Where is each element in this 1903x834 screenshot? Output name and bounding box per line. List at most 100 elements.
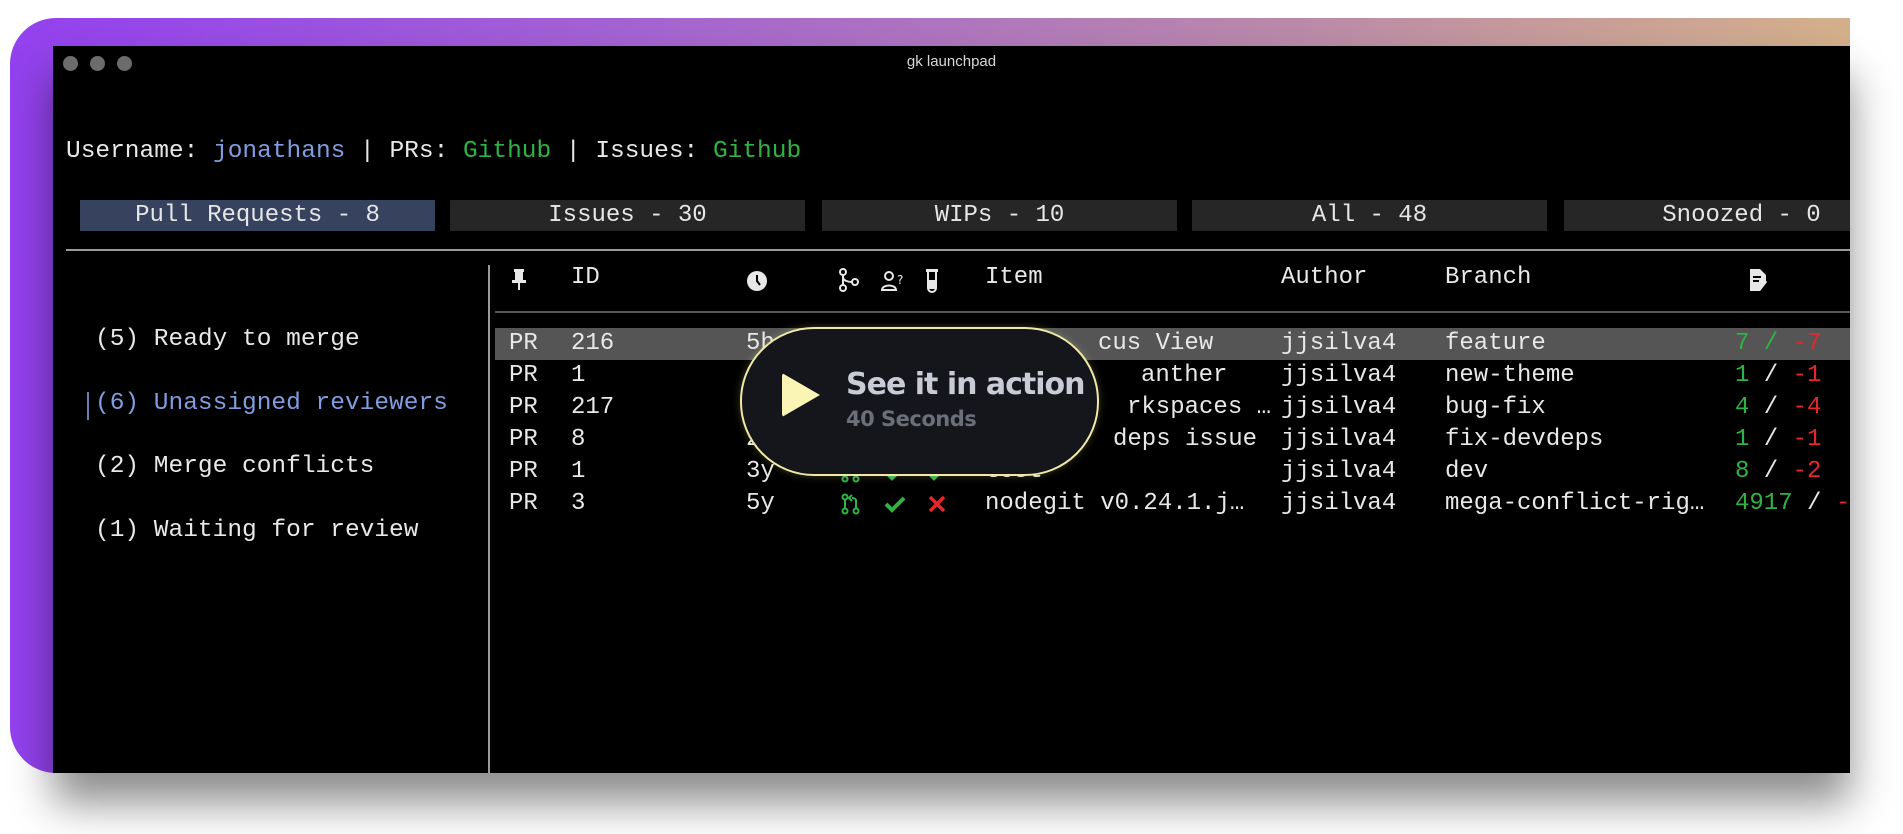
play-icon xyxy=(782,373,820,417)
pr-author: jjsilva4 xyxy=(1281,426,1397,453)
pr-diff: 1 / -1 xyxy=(1735,360,1821,392)
pr-diff: 1 / -1 xyxy=(1735,424,1821,456)
test-tube-icon xyxy=(926,269,938,293)
pr-author: jjsilva4 xyxy=(1281,458,1397,485)
file-diff-icon xyxy=(1750,269,1768,291)
deletions: - xyxy=(1835,490,1850,517)
pr-branch: fix-devdeps xyxy=(1445,426,1604,453)
table-row[interactable]: PR 216 5h jjsilva4 feature cus View 7 / -7 xyxy=(495,328,1850,360)
pr-type: PR xyxy=(509,330,538,357)
pr-author: jjsilva4 xyxy=(1281,394,1397,421)
diff-separator: / xyxy=(1749,394,1793,421)
pr-branch: bug-fix xyxy=(1445,394,1546,421)
tab-all[interactable]: All - 48 xyxy=(1192,200,1547,231)
status-header: Username: jonathans | PRs: Github | Issu… xyxy=(66,138,801,165)
sidebar-item-ready-to-merge[interactable]: (5) Ready to merge xyxy=(95,326,360,353)
pr-diff: 8 / -2 xyxy=(1735,456,1821,488)
overlay-subtitle: 40 Seconds xyxy=(846,407,977,431)
pr-title: cus View xyxy=(1098,330,1214,357)
pr-type: PR xyxy=(509,490,538,517)
prs-label: PRs: xyxy=(389,138,463,165)
pr-type: PR xyxy=(509,458,538,485)
pr-title: nodegit v0.24.1.j… xyxy=(985,490,1245,517)
deletions: -7 xyxy=(1792,330,1822,357)
see-it-in-action-button[interactable]: See it in action 40 Seconds xyxy=(740,327,1099,476)
check-icon xyxy=(884,493,906,515)
additions: 4917 xyxy=(1735,490,1793,517)
overlay-title: See it in action xyxy=(846,367,1086,402)
additions: 1 xyxy=(1735,426,1750,453)
pr-title: deps issue xyxy=(1113,426,1258,453)
pr-title: rkspaces … xyxy=(1127,394,1272,421)
additions: 1 xyxy=(1735,362,1750,389)
table-row[interactable]: PR 1 jjsilva4 new-theme anther 1 / -1 xyxy=(495,360,1850,392)
tab-issues[interactable]: Issues - 30 xyxy=(450,200,805,231)
additions: 4 xyxy=(1735,394,1750,421)
reviewer-question-icon: ? xyxy=(881,271,903,291)
terminal-window: gk launchpad Username: jonathans | PRs: … xyxy=(53,46,1850,773)
pr-type: PR xyxy=(509,426,538,453)
pr-id: 3 xyxy=(571,490,586,517)
clock-icon xyxy=(747,271,767,291)
issues-label: Issues: xyxy=(595,138,713,165)
deletions: -1 xyxy=(1792,426,1822,453)
pr-author: jjsilva4 xyxy=(1281,490,1397,517)
table-row[interactable]: PR13yjjsilva4devtest8 / -2 xyxy=(495,456,1850,488)
pr-diff: 4917 / - xyxy=(1735,488,1850,520)
diff-separator: / xyxy=(1792,490,1836,517)
additions: 8 xyxy=(1735,458,1750,485)
prs-provider: Github xyxy=(462,138,552,165)
table-header-divider xyxy=(495,311,1850,313)
divider xyxy=(66,249,1850,251)
pr-age: 5y xyxy=(746,490,775,517)
sidebar-item-merge-conflicts[interactable]: (2) Merge conflicts xyxy=(95,453,374,480)
pr-id: 1 xyxy=(571,362,586,389)
pr-branch: new-theme xyxy=(1445,362,1575,389)
tab-wips[interactable]: WIPs - 10 xyxy=(822,200,1177,231)
column-header-item[interactable]: Item xyxy=(985,264,1043,291)
diff-separator: / xyxy=(1749,426,1793,453)
username-label: Username: xyxy=(66,138,214,165)
table-row[interactable]: PR82jjsilva4fix-devdepsdeps issue1 / -1 xyxy=(495,424,1850,456)
svg-text:?: ? xyxy=(897,273,903,287)
sidebar-item-unassigned-reviewers[interactable]: (6) Unassigned reviewers xyxy=(87,390,448,420)
column-header-branch[interactable]: Branch xyxy=(1445,264,1531,291)
pr-id: 1 xyxy=(571,458,586,485)
pull-request-icon xyxy=(840,493,862,515)
pr-branch: feature xyxy=(1445,330,1546,357)
deletions: -4 xyxy=(1792,394,1822,421)
x-icon xyxy=(926,493,948,515)
separator: | xyxy=(345,138,390,165)
issues-provider: Github xyxy=(712,138,802,165)
diff-separator: / xyxy=(1749,362,1793,389)
tab-snoozed[interactable]: Snoozed - 0 xyxy=(1564,200,1850,231)
diff-separator: / xyxy=(1749,330,1793,357)
pin-icon xyxy=(512,269,526,290)
username: jonathans xyxy=(213,138,346,165)
pr-id: 217 xyxy=(571,394,615,421)
separator: | xyxy=(551,138,596,165)
additions: 7 xyxy=(1735,330,1750,357)
pr-type: PR xyxy=(509,362,538,389)
tab-pull-requests[interactable]: Pull Requests - 8 xyxy=(80,200,435,231)
pr-id: 8 xyxy=(571,426,586,453)
pr-author: jjsilva4 xyxy=(1281,362,1397,389)
deletions: -2 xyxy=(1792,458,1822,485)
sidebar-divider xyxy=(488,265,490,773)
pr-type: PR xyxy=(509,394,538,421)
pr-author: jjsilva4 xyxy=(1281,330,1397,357)
pr-id: 216 xyxy=(571,330,615,357)
sidebar-item-waiting-for-review[interactable]: (1) Waiting for review xyxy=(95,517,418,544)
table-row[interactable]: PR 3 5y jjsilva4 mega-conflict-rig… nodegit v… xyxy=(495,488,1850,520)
column-header-id[interactable]: ID xyxy=(571,264,600,291)
column-header-author[interactable]: Author xyxy=(1281,264,1367,291)
pr-branch: dev xyxy=(1445,458,1489,485)
pr-diff: 7 / -7 xyxy=(1735,328,1821,360)
table-row[interactable]: PR 217 jjsilva4 bug-fix rkspaces … 4 / -4 xyxy=(495,392,1850,424)
git-branch-icon xyxy=(839,268,859,292)
pr-title: anther xyxy=(1141,362,1228,389)
deletions: -1 xyxy=(1792,362,1822,389)
window-title: gk launchpad xyxy=(906,53,997,70)
pr-branch: mega-conflict-rig… xyxy=(1445,490,1705,517)
pr-diff: 4 / -4 xyxy=(1735,392,1821,424)
